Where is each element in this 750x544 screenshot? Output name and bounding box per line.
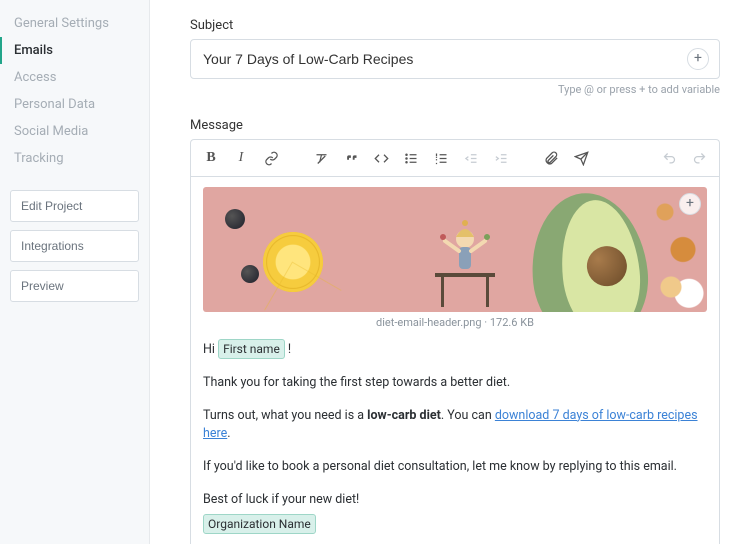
subject-hint: Type @ or press + to add variable (190, 83, 720, 96)
sidebar-nav: General Settings Emails Access Personal … (0, 10, 149, 172)
sidebar-item-personal-data[interactable]: Personal Data (0, 91, 149, 118)
greeting-line: Hi First name ! (203, 339, 707, 360)
indent-button[interactable] (487, 144, 515, 172)
blueberry-icon (225, 209, 245, 229)
editor-toolbar: B I (190, 139, 720, 176)
attachment-button[interactable] (537, 144, 565, 172)
sidebar-item-social-media[interactable]: Social Media (0, 118, 149, 145)
quote-button[interactable] (337, 144, 365, 172)
code-button[interactable] (367, 144, 395, 172)
message-label: Message (190, 118, 720, 133)
first-name-token[interactable]: First name (218, 339, 285, 359)
edit-project-button[interactable]: Edit Project (10, 190, 139, 222)
clear-format-button[interactable] (307, 144, 335, 172)
bold-button[interactable]: B (197, 144, 225, 172)
add-variable-button[interactable]: + (687, 48, 709, 70)
settings-sidebar: General Settings Emails Access Personal … (0, 0, 150, 544)
preview-button[interactable]: Preview (10, 270, 139, 302)
organization-name-token[interactable]: Organization Name (203, 514, 316, 534)
sidebar-item-general[interactable]: General Settings (0, 10, 149, 37)
sidebar-item-tracking[interactable]: Tracking (0, 145, 149, 172)
numbered-list-button[interactable] (427, 144, 455, 172)
image-caption: diet-email-header.png · 172.6 KB (203, 316, 707, 329)
main-panel: Subject + Type @ or press + to add varia… (150, 0, 750, 544)
send-test-button[interactable] (567, 144, 595, 172)
lemon-icon (263, 232, 323, 292)
avocado-icon (524, 187, 654, 312)
message-editor[interactable]: + diet-email-header.png · 172.6 KB Hi Fi… (190, 176, 720, 544)
undo-button[interactable] (655, 144, 683, 172)
outdent-button[interactable] (457, 144, 485, 172)
subject-label: Subject (190, 18, 720, 33)
link-button[interactable] (257, 144, 285, 172)
bullet-list-button[interactable] (397, 144, 425, 172)
redo-button[interactable] (685, 144, 713, 172)
greeting-suffix: ! (285, 342, 291, 357)
person-illustration (425, 217, 505, 309)
image-add-button[interactable]: + (679, 193, 701, 215)
subject-input[interactable] (201, 50, 687, 68)
body-paragraph: Best of luck if your new diet! (203, 491, 707, 510)
integrations-button[interactable]: Integrations (10, 230, 139, 262)
italic-button[interactable]: I (227, 144, 255, 172)
body-paragraph: Thank you for taking the first step towa… (203, 374, 707, 393)
blueberry-icon (241, 265, 259, 283)
header-image[interactable]: + (203, 187, 707, 312)
subject-field-wrap: + (190, 39, 720, 79)
bold-text: low-carb diet (367, 408, 441, 423)
sidebar-item-emails[interactable]: Emails (0, 37, 149, 64)
sidebar-item-access[interactable]: Access (0, 64, 149, 91)
body-paragraph: If you'd like to book a personal diet co… (203, 458, 707, 477)
greeting-prefix: Hi (203, 342, 218, 357)
body-paragraph: Turns out, what you need is a low-carb d… (203, 407, 707, 445)
